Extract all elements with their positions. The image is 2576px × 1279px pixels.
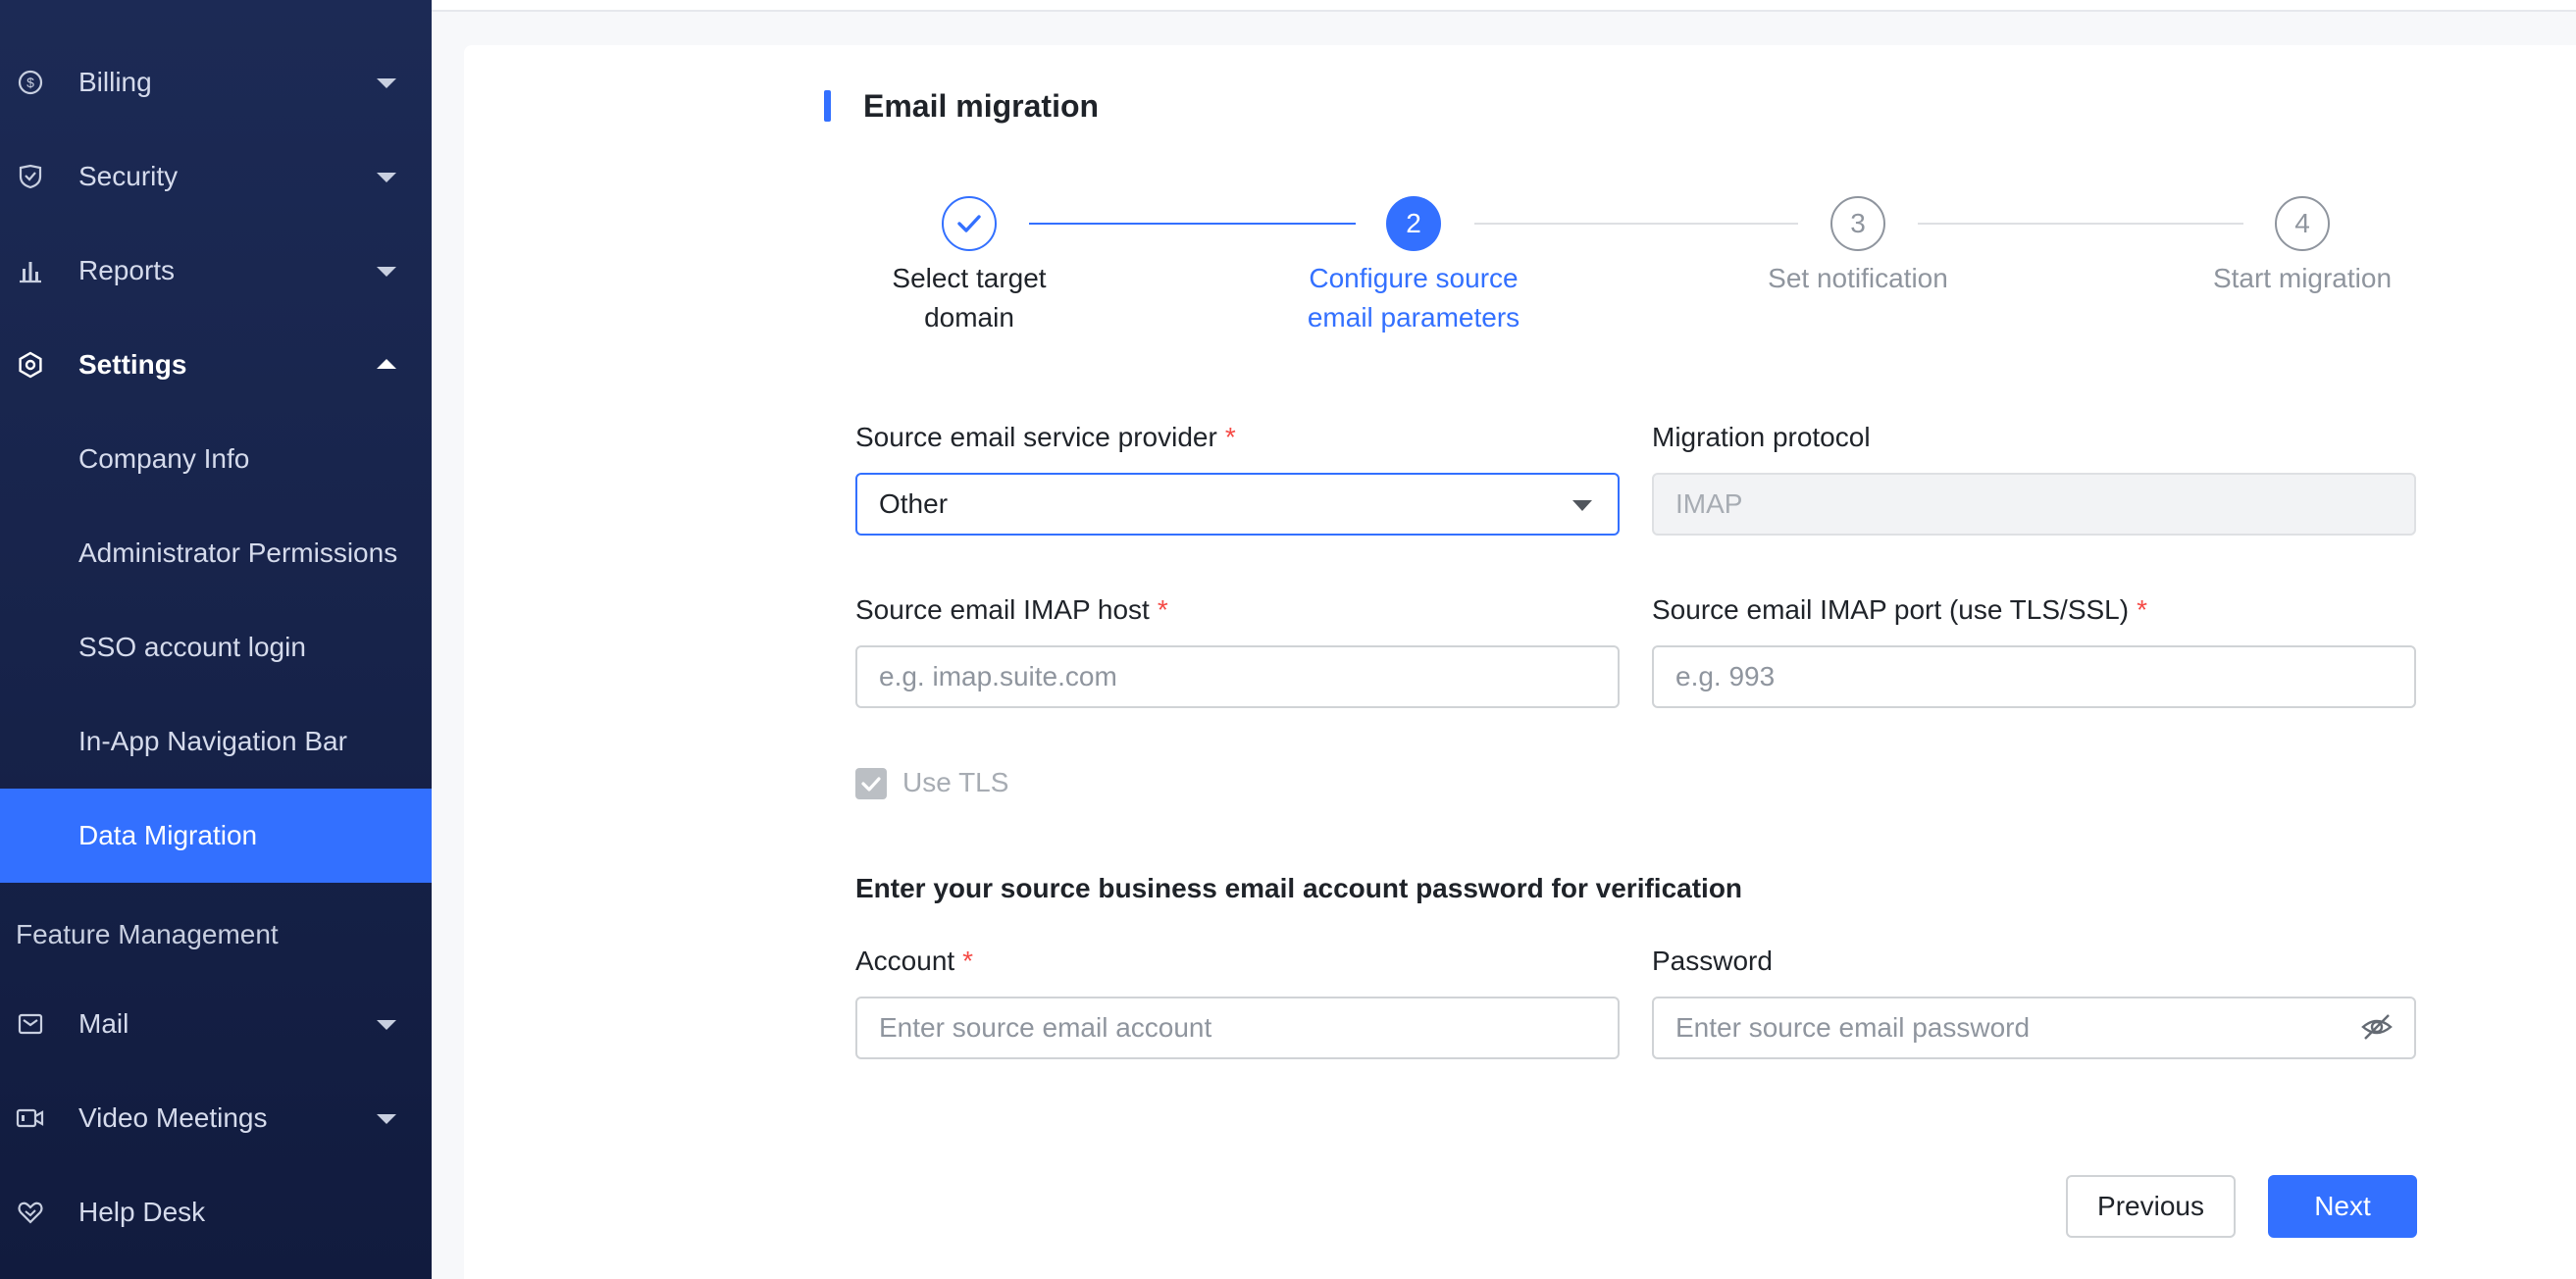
step-2-label: Configure source email parameters — [1307, 263, 1520, 333]
sidebar-item-data-migration[interactable]: Data Migration — [0, 789, 432, 883]
sidebar: $ Billing Security Reports Settings Comp… — [0, 0, 432, 1279]
sidebar-item-settings[interactable]: Settings — [0, 318, 432, 412]
password-label: Password — [1652, 946, 1773, 976]
svg-text:$: $ — [26, 75, 34, 90]
chevron-down-icon — [377, 1114, 396, 1124]
chevron-down-icon — [377, 173, 396, 182]
sidebar-item-label: Settings — [78, 349, 187, 380]
sidebar-item-label: Billing — [78, 67, 152, 97]
dollar-circle-icon: $ — [16, 68, 45, 97]
step-connector — [1029, 223, 1356, 225]
next-button[interactable]: Next — [2268, 1175, 2417, 1238]
video-icon — [16, 1103, 45, 1133]
sidebar-item-security[interactable]: Security — [0, 129, 432, 224]
eye-off-icon[interactable] — [2360, 1012, 2394, 1042]
chevron-down-icon — [377, 1020, 396, 1030]
required-mark: * — [1224, 422, 1236, 452]
sidebar-item-company-info[interactable]: Company Info — [0, 412, 432, 506]
protocol-label: Migration protocol — [1652, 422, 1871, 452]
required-mark: * — [962, 946, 974, 976]
account-label: Account * — [855, 946, 974, 976]
sidebar-item-in-app-navigation-bar[interactable]: In-App Navigation Bar — [0, 694, 432, 789]
required-mark: * — [2137, 594, 2147, 625]
use-tls-label: Use TLS — [902, 767, 1009, 797]
use-tls-checkbox[interactable] — [855, 768, 887, 799]
protocol-field: IMAP — [1652, 473, 2416, 536]
imap-port-input[interactable] — [1652, 645, 2416, 708]
provider-label: Source email service provider * — [855, 422, 1236, 452]
shield-icon — [16, 162, 45, 191]
chevron-up-icon — [377, 359, 396, 369]
step-1-done-indicator — [942, 196, 997, 251]
imap-host-input[interactable] — [855, 645, 1620, 708]
sidebar-item-label: SSO account login — [78, 632, 306, 662]
step-3-label: Set notification — [1768, 263, 1948, 293]
step-3-indicator: 3 — [1830, 196, 1885, 251]
sidebar-item-label: Data Migration — [78, 820, 258, 850]
chevron-down-icon — [377, 267, 396, 277]
password-input[interactable] — [1652, 997, 2416, 1059]
sidebar-item-label: Mail — [78, 1008, 129, 1039]
provider-select[interactable]: Other — [855, 473, 1620, 536]
step-connector — [1918, 223, 2243, 225]
sidebar-item-label: Administrator Permissions — [78, 537, 398, 568]
sidebar-section-title: Feature Management — [16, 919, 279, 949]
sidebar-item-label: In-App Navigation Bar — [78, 726, 347, 756]
heart-hands-icon — [16, 1198, 45, 1227]
account-input[interactable] — [855, 997, 1620, 1059]
sidebar-item-video-meetings[interactable]: Video Meetings — [0, 1071, 432, 1165]
sidebar-item-administrator-permissions[interactable]: Administrator Permissions — [0, 506, 432, 600]
previous-button[interactable]: Previous — [2066, 1175, 2236, 1238]
chevron-down-icon — [1572, 500, 1592, 511]
verification-heading: Enter your source business email account… — [855, 873, 1743, 903]
mail-icon — [16, 1009, 45, 1039]
sidebar-item-billing[interactable]: $ Billing — [0, 35, 432, 129]
step-connector — [1474, 223, 1798, 225]
chevron-down-icon — [377, 78, 396, 88]
imap-port-label: Source email IMAP port (use TLS/SSL) * — [1652, 594, 2147, 625]
gear-hexagon-icon — [16, 350, 45, 380]
sidebar-item-label: Help Desk — [78, 1197, 206, 1227]
sidebar-item-label: Security — [78, 161, 179, 191]
sidebar-item-reports[interactable]: Reports — [0, 224, 432, 318]
required-mark: * — [1157, 594, 1168, 625]
sidebar-item-label: Reports — [78, 255, 176, 285]
heading-accent-bar — [824, 90, 831, 122]
sidebar-item-mail[interactable]: Mail — [0, 977, 432, 1071]
sidebar-item-label: Video Meetings — [78, 1102, 268, 1133]
check-icon — [861, 777, 881, 792]
step-4-label: Start migration — [2212, 263, 2393, 293]
sidebar-item-help-desk[interactable]: Help Desk — [0, 1165, 432, 1259]
page-title: Email migration — [863, 88, 1100, 124]
step-1-label: Select target domain — [892, 263, 1047, 333]
step-4-indicator: 4 — [2275, 196, 2330, 251]
imap-host-label: Source email IMAP host * — [855, 594, 1168, 625]
step-2-indicator: 2 — [1386, 196, 1441, 251]
provider-select-value: Other — [879, 488, 949, 519]
sidebar-item-label: Company Info — [78, 443, 250, 474]
check-icon — [957, 215, 981, 232]
sidebar-item-sso-account-login[interactable]: SSO account login — [0, 600, 432, 694]
top-bar — [432, 0, 2576, 12]
bar-chart-icon — [16, 256, 45, 285]
